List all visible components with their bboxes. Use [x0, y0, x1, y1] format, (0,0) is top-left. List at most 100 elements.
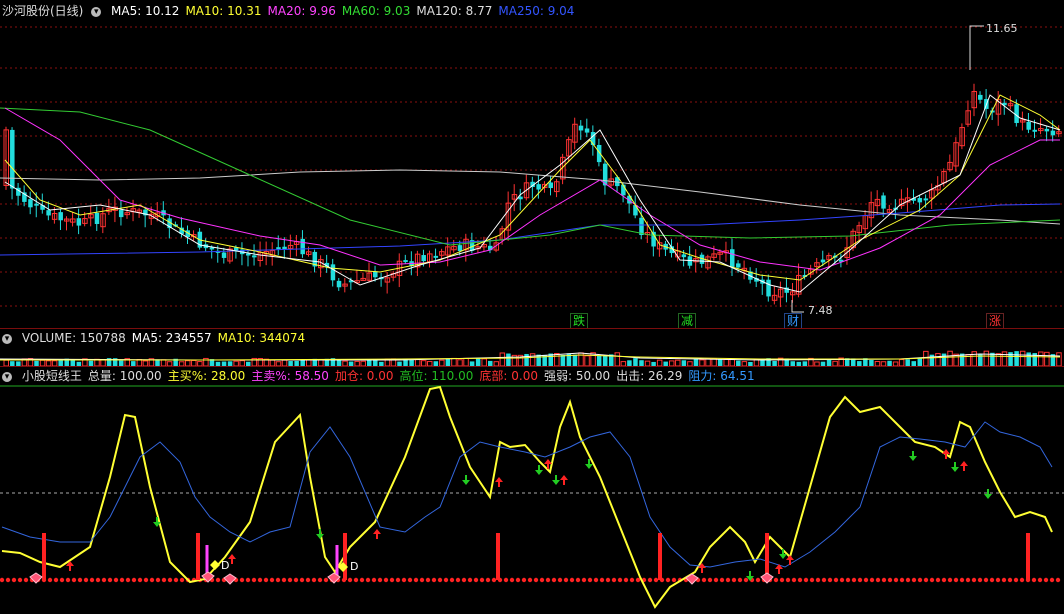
candle-body [633, 205, 638, 216]
bottom-dot [461, 577, 467, 583]
event-mark-cai[interactable]: 财 [784, 313, 803, 329]
bottom-dot [989, 577, 995, 583]
bottom-dot [59, 577, 65, 583]
volume-bar [995, 353, 1002, 367]
event-mark-zhang[interactable]: 涨 [986, 313, 1005, 329]
volume-bar [1014, 351, 1019, 366]
candle-body [590, 132, 596, 146]
low-price-label: 7.48 [808, 304, 833, 317]
bottom-dot [1013, 577, 1019, 583]
bottom-dot [617, 577, 623, 583]
candle-body [403, 260, 408, 263]
bottom-dot [317, 577, 323, 583]
bottom-dot [563, 577, 569, 583]
bottom-dot [431, 577, 437, 583]
bottom-dot [911, 577, 917, 583]
volume-bar [941, 353, 947, 366]
indicator-value-label: 出击: 26.29 [616, 369, 683, 383]
candle-body [94, 212, 100, 224]
volume-value-label: MA10: 344074 [217, 331, 306, 345]
bottom-dot [581, 577, 587, 583]
menu-circle-icon[interactable]: ▾ [91, 6, 102, 17]
event-mark-jian[interactable]: 减 [678, 313, 697, 329]
price-panel[interactable]: 沙河股份(日线) ▾ MA5: 10.12 MA10: 10.31 MA20: 9.… [0, 0, 1064, 329]
bottom-dot [647, 577, 653, 583]
bottom-dot [449, 577, 455, 583]
volume-bar [506, 353, 511, 366]
indicator-labels: 小股短线王 总量: 100.00 主买%: 28.00 主卖%: 58.50 加仓: 0… [22, 369, 761, 383]
d-signal-label: D [221, 559, 230, 572]
bottom-dot [251, 577, 257, 583]
down-arrow-icon [552, 475, 560, 485]
volume-bar [935, 353, 941, 367]
volume-bar [723, 358, 729, 367]
volume-bar [572, 354, 578, 366]
candlestick-chart[interactable] [0, 0, 1064, 328]
bottom-dot [413, 577, 419, 583]
low-price-pointer [791, 300, 804, 313]
volume-bar [923, 350, 929, 367]
stock-title[interactable]: 沙河股份(日线) [2, 4, 83, 18]
volume-bar [584, 355, 590, 367]
candle-body [276, 247, 281, 250]
bottom-dot [857, 577, 863, 583]
bottom-dot [161, 577, 167, 583]
bottom-dot [365, 577, 371, 583]
indicator-value-label: 阻力: 64.51 [688, 369, 755, 383]
volume-bar [1019, 350, 1026, 367]
indicator-value-label: 主买%: 28.00 [167, 369, 246, 383]
bottom-dot [293, 577, 299, 583]
volume-bar [1044, 351, 1050, 367]
up-arrow-icon [786, 555, 794, 565]
menu-circle-icon[interactable]: ▾ [2, 371, 12, 382]
bottom-dot [977, 577, 983, 583]
bottom-dot [509, 577, 515, 583]
candle-body [336, 280, 342, 288]
menu-circle-icon[interactable]: ▾ [2, 333, 12, 344]
bottom-dot [629, 577, 635, 583]
d-signal-label: D [350, 560, 359, 573]
indicator-panel[interactable]: ▾ 小股短线王 总量: 100.00 主买%: 28.00 主卖%: 58.50 加仓:… [0, 367, 1064, 614]
event-mark-die[interactable]: 跌 [570, 313, 589, 329]
bottom-dot [311, 577, 317, 583]
candle-body [46, 210, 51, 216]
bottom-dot [65, 577, 71, 583]
bottom-dot [143, 577, 149, 583]
bottom-dot [377, 577, 383, 583]
ma-value-label: MA120: 8.77 [416, 4, 493, 18]
bottom-dot [287, 577, 293, 583]
bottom-dot [515, 577, 521, 583]
ma-value-label: MA60: 9.03 [341, 4, 411, 18]
candle-body [246, 253, 251, 256]
bottom-dot [1007, 577, 1013, 583]
volume-bar [917, 358, 923, 366]
bottom-dot [611, 577, 617, 583]
volume-bar [705, 358, 711, 367]
volume-panel[interactable]: ▾ VOLUME: 150788 MA5: 234557 MA10: 344074 [0, 329, 1064, 367]
bottom-dot [743, 577, 749, 583]
candle-body [578, 125, 584, 131]
candle-body [730, 249, 735, 268]
bottom-dot [17, 577, 23, 583]
bottom-dot [875, 577, 881, 583]
candle-body [421, 255, 426, 262]
bottom-dot [623, 577, 629, 583]
volume-bar [947, 350, 953, 367]
bottom-dot [713, 577, 719, 583]
bottom-dot [125, 577, 131, 583]
indicator-value-label: 主卖%: 58.50 [251, 369, 329, 383]
volume-bar [475, 358, 481, 366]
up-arrow-icon [942, 449, 950, 459]
volume-bar [596, 355, 602, 366]
bottom-dot [551, 577, 557, 583]
bottom-dot [545, 577, 551, 583]
candle-body [736, 263, 741, 268]
bottom-dot [11, 577, 17, 583]
high-price-label: 11.65 [986, 22, 1018, 35]
bottom-dot [425, 577, 431, 583]
candle-body [300, 238, 305, 255]
down-arrow-icon [462, 475, 470, 485]
indicator-chart[interactable] [0, 367, 1064, 614]
bottom-dot [971, 577, 977, 583]
bottom-dot [635, 577, 641, 583]
